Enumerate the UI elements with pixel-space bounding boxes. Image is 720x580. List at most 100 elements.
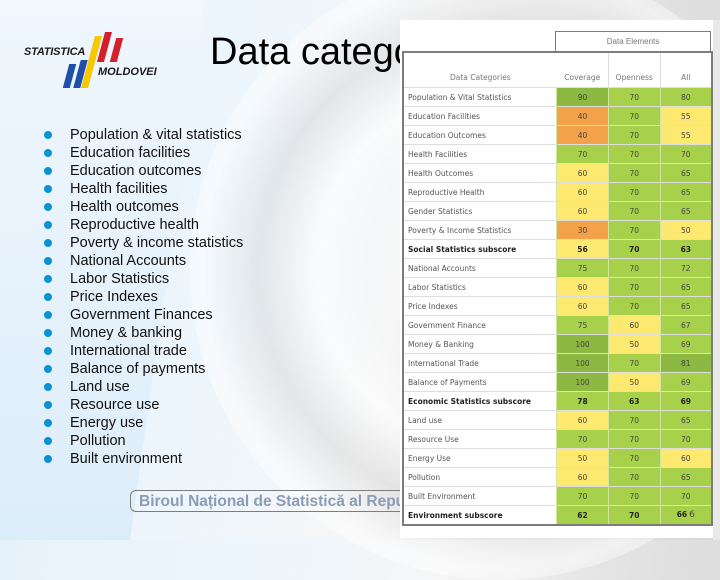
cell-value: 70 [629, 168, 640, 178]
bullet-icon [44, 185, 52, 193]
cell-value: 60 [577, 472, 588, 482]
table-row: Price Indexes 60 70 65 [403, 296, 712, 316]
bullet-icon [44, 383, 52, 391]
cell-value: 70 [629, 434, 640, 444]
cell-category: Pollution [403, 467, 557, 487]
cell-value: 70 [629, 130, 640, 140]
list-item: Education facilities [44, 144, 243, 162]
cell-category: Government Finance [403, 315, 557, 335]
cell-category: Health Facilities [403, 144, 557, 164]
list-item: Energy use [44, 414, 243, 432]
data-elements-table-panel: Data Elements Data Categories Coverage O… [400, 20, 713, 538]
cell-coverage: 60 [556, 182, 609, 202]
cell-all: 81 [659, 353, 712, 373]
cell-openness: 70 [607, 467, 661, 487]
list-item-label: Reproductive health [70, 217, 199, 233]
cell-value: 65 [681, 168, 691, 178]
cell-openness: 70 [607, 220, 661, 240]
cell-openness: 70 [607, 258, 661, 278]
cell-openness: 70 [607, 106, 661, 126]
cell-all: 60 [659, 448, 712, 468]
cell-value: 67 [681, 320, 691, 330]
list-item: National Accounts [44, 252, 243, 270]
table-row: Reproductive Health 60 70 65 [403, 182, 712, 202]
cell-coverage: 75 [556, 315, 609, 335]
list-item-label: National Accounts [70, 253, 187, 269]
cell-value: 55 [681, 111, 691, 121]
list-item: Pollution [44, 432, 243, 450]
cell-value: 81 [681, 358, 691, 368]
cell-category: Poverty & Income Statistics [403, 220, 557, 240]
cell-openness: 70 [607, 87, 661, 107]
cell-coverage: 60 [556, 201, 609, 221]
cell-category: Land use [403, 410, 557, 430]
table-row-subscore: Economic Statistics subscore 78 63 69 [403, 391, 712, 411]
cell-category: Resource Use [403, 429, 557, 449]
cell-value: 70 [629, 92, 640, 102]
cell-category: Education Facilities [403, 106, 557, 126]
list-item-label: Balance of payments [70, 361, 206, 377]
cell-openness: 70 [607, 201, 661, 221]
bullet-icon [44, 167, 52, 175]
cell-openness: 70 [607, 296, 661, 316]
cell-coverage: 50 [556, 448, 609, 468]
cell-category: Price Indexes [403, 296, 557, 316]
bullet-icon [44, 401, 52, 409]
cell-coverage: 40 [556, 106, 609, 126]
cell-value: 70 [681, 434, 691, 444]
bullet-icon [44, 437, 52, 445]
cell-category: Social Statistics subscore [403, 239, 557, 259]
cell-value: 100 [575, 358, 590, 368]
list-item: Balance of payments [44, 360, 243, 378]
cell-value: 75 [577, 320, 588, 330]
list-item: Population & vital statistics [44, 126, 243, 144]
column-header-categories: Data Categories [403, 52, 557, 88]
cell-value: 70 [629, 358, 640, 368]
cell-value: 65 [681, 472, 691, 482]
cell-all: 65 [659, 201, 712, 221]
list-item-label: International trade [70, 343, 187, 359]
bullet-icon [44, 203, 52, 211]
cell-category: Money & Banking [403, 334, 557, 354]
list-item: Built environment [44, 450, 243, 468]
cell-category: Economic Statistics subscore [403, 391, 557, 411]
cell-value: 63 [680, 244, 692, 254]
cell-coverage: 62 [556, 505, 609, 525]
cell-category: Environment subscore [403, 505, 557, 525]
cell-value: 65 [681, 301, 691, 311]
cell-value: 70 [629, 149, 640, 159]
cell-value: 69 [681, 377, 691, 387]
table-row: Land use 60 70 65 [403, 410, 712, 430]
table-row: Health Facilities 70 70 70 [403, 144, 712, 164]
cell-value: 40 [577, 111, 588, 121]
data-categories-list: Population & vital statistics Education f… [44, 126, 243, 468]
cell-coverage: 75 [556, 258, 609, 278]
page-number: 6 [689, 510, 695, 520]
table-row: Government Finance 75 60 67 [403, 315, 712, 335]
data-elements-table: Data Categories Coverage Openness All Po… [402, 51, 713, 526]
list-item-label: Energy use [70, 415, 144, 431]
list-item: Government Finances [44, 306, 243, 324]
table-row-subscore: Environment subscore 62 70 66 6 [403, 505, 712, 525]
list-item: Price Indexes [44, 288, 243, 306]
cell-value: 60 [577, 187, 588, 197]
cell-openness: 70 [607, 505, 661, 525]
cell-all: 72 [659, 258, 712, 278]
cell-all: 65 [659, 467, 712, 487]
list-item-label: Land use [70, 379, 130, 395]
cell-openness: 70 [607, 277, 661, 297]
list-item-label: Pollution [70, 433, 126, 449]
cell-coverage: 100 [556, 334, 609, 354]
table-row: Education Outcomes 40 70 55 [403, 125, 712, 145]
cell-coverage: 70 [556, 486, 609, 506]
cell-all: 70 [659, 429, 712, 449]
cell-all: 69 [659, 391, 712, 411]
cell-value: 60 [577, 301, 588, 311]
cell-value: 70 [629, 244, 640, 254]
cell-value: 60 [577, 282, 588, 292]
bullet-icon [44, 131, 52, 139]
list-item-label: Population & vital statistics [70, 127, 242, 143]
cell-value: 70 [629, 301, 640, 311]
bullet-icon [44, 293, 52, 301]
cell-all: 70 [659, 486, 712, 506]
